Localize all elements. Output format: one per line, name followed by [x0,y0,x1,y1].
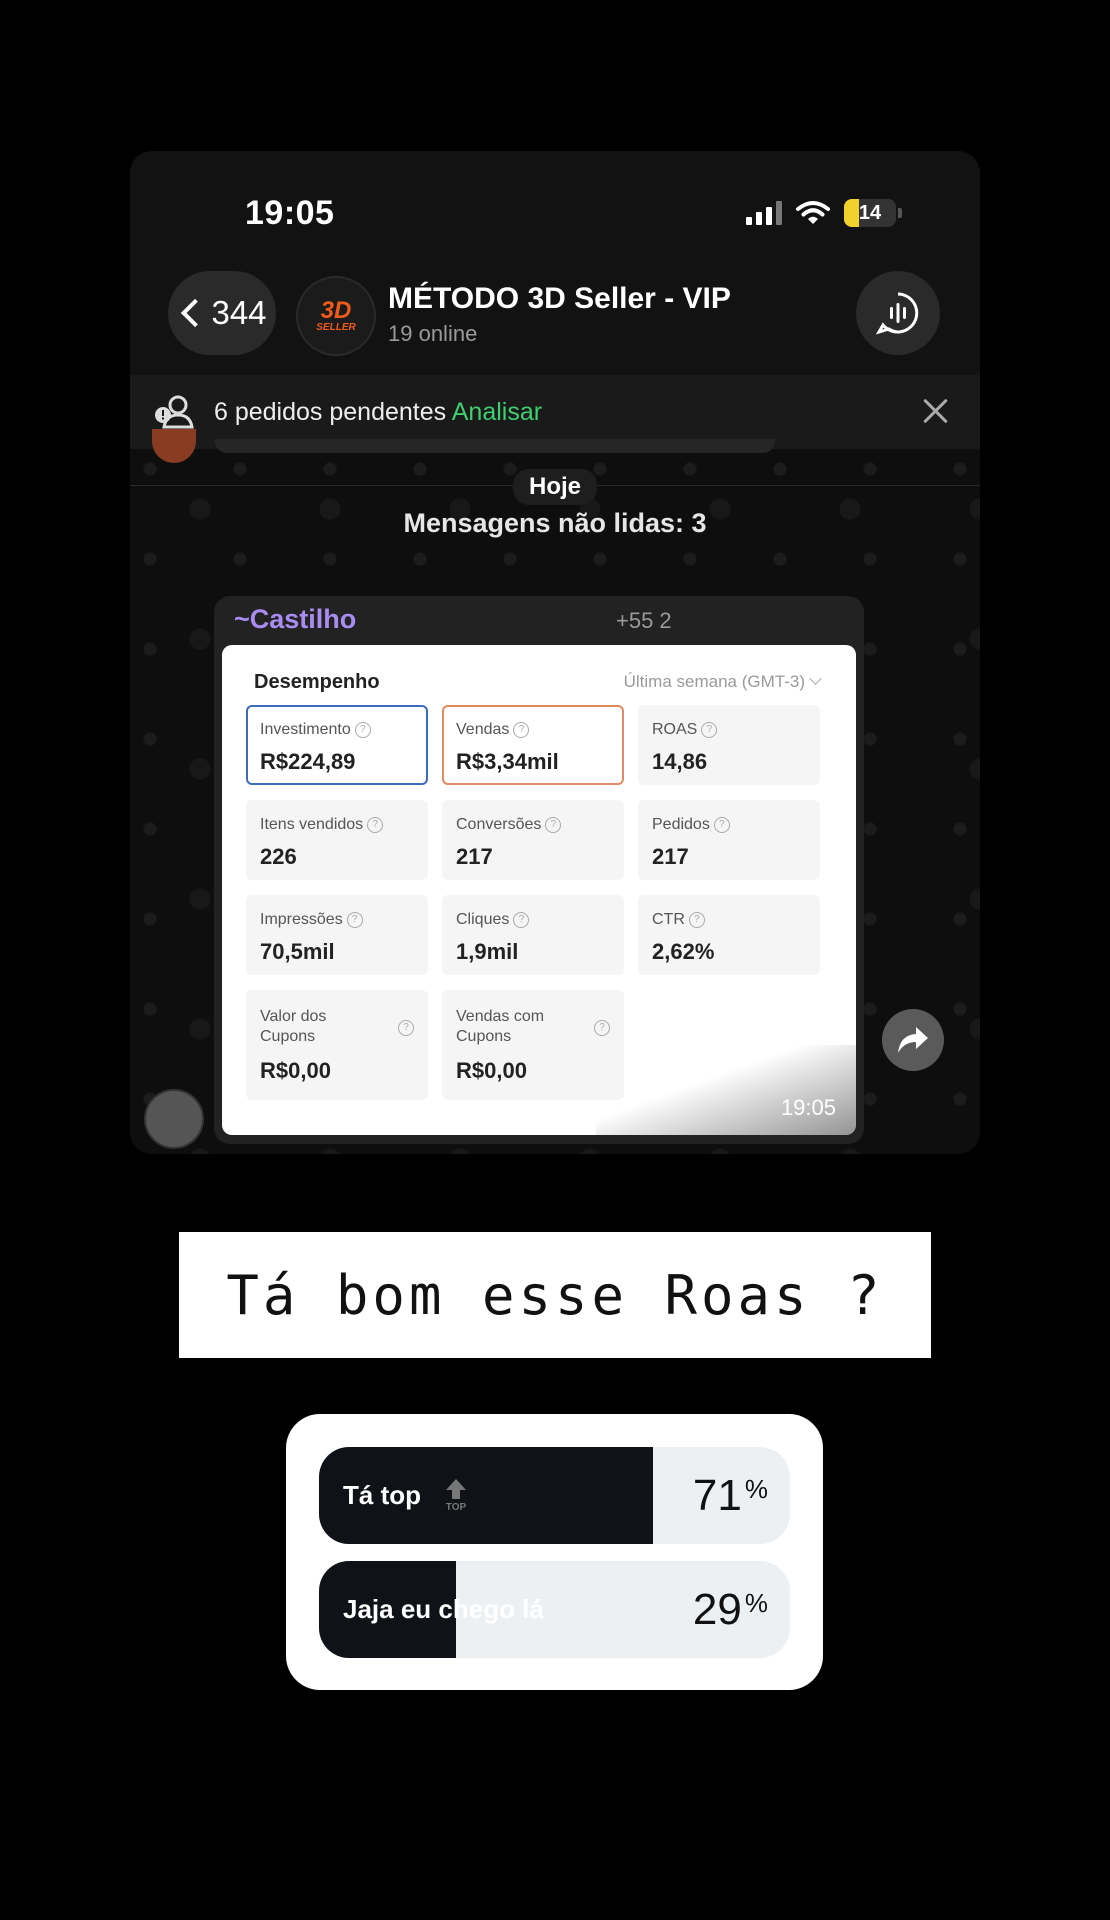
metric-value: R$224,89 [260,749,356,774]
metric-value: R$0,00 [260,1058,331,1083]
help-icon: ? [398,1020,414,1036]
poll-option-label: Jaja eu chego lá [343,1594,544,1624]
previous-sender-avatar [152,429,196,463]
back-button[interactable]: 344 [168,271,276,355]
question-text: Tá bom esse Roas ? [226,1263,884,1327]
pending-requests-bar[interactable]: 6 pedidos pendentes Analisar [130,375,980,449]
performance-card-image[interactable]: Desempenho Última semana (GMT-3) Investi… [222,645,856,1135]
back-count: 344 [211,294,267,331]
image-shade [596,1045,856,1135]
chevron-down-icon [809,672,822,685]
metric-impressoes: Impressões? 70,5mil [246,895,428,975]
day-label: Hoje [512,469,598,505]
help-icon: ? [713,816,730,833]
period-selector: Última semana (GMT-3) [623,672,822,692]
metric-label: Cliques [456,911,510,928]
previous-message [215,439,775,453]
metric-itens-vendidos: Itens vendidos? 226 [246,800,428,880]
metric-label: Conversões [456,816,542,833]
signal-icon [746,201,782,225]
poll-percent: 71 [692,1471,742,1520]
sender-phone: +55 2 [616,608,672,633]
help-icon: ? [367,816,384,833]
poll-sticker: Tá top TOP 71% Jaja eu chego lá 29% [286,1414,823,1690]
voice-chat-icon [875,292,919,335]
percent-sign: % [744,1588,768,1618]
battery-icon: 14 [844,199,902,227]
share-button[interactable] [882,1009,944,1071]
percent-sign: % [744,1474,768,1504]
chat-screenshot: 19:05 14 344 3D SELLER MÉTODO 3D Seller … [130,151,980,1154]
metric-value: 217 [456,844,493,869]
group-avatar[interactable]: 3D SELLER [296,276,376,356]
metric-label: Pedidos [652,816,710,833]
metric-value: 1,9mil [456,939,519,964]
status-icons: 14 [746,199,902,227]
share-arrow-icon [898,1027,928,1053]
wifi-icon [796,201,830,224]
chat-area[interactable]: Hoje Mensagens não lidas: 3 ~Castilho +5… [130,429,980,1154]
period-label: Última semana (GMT-3) [623,672,805,691]
help-icon: ? [346,911,363,928]
metric-label: Investimento [260,721,351,738]
top-arrow-icon: TOP [446,1479,467,1513]
poll-option-label: Tá top [343,1480,421,1510]
unread-messages-label: Mensagens não lidas: 3 [403,508,707,538]
metric-conversoes: Conversões? 217 [442,800,624,880]
help-icon: ? [594,1020,610,1036]
sender-avatar[interactable] [144,1089,204,1149]
pending-requests-text: 6 pedidos pendentes [214,397,447,426]
voice-chat-button[interactable] [856,271,940,355]
metric-value: 70,5mil [260,939,335,964]
analyze-link[interactable]: Analisar [452,398,542,426]
message-time: 19:05 [780,1095,836,1120]
help-icon: ? [354,721,371,738]
top-icon-text: TOP [446,1502,467,1513]
metric-value: R$0,00 [456,1058,527,1083]
metric-label: Valor dos Cupons [260,1008,327,1045]
metric-label: Itens vendidos [260,816,364,833]
metric-vendas: Vendas? R$3,34mil [442,705,624,785]
metric-label: CTR [652,911,685,928]
help-icon: ? [545,816,562,833]
close-icon[interactable] [920,395,952,427]
help-icon: ? [701,721,718,738]
status-time: 19:05 [245,194,335,232]
metric-pedidos: Pedidos? 217 [638,800,820,880]
poll-percent: 29 [692,1585,742,1634]
metric-label: Vendas [456,721,510,738]
metric-value: R$3,34mil [456,749,559,774]
card-title: Desempenho [254,671,380,693]
message-bubble[interactable]: ~Castilho +55 2 Desempenho Última semana… [214,596,864,1144]
question-sticker: Tá bom esse Roas ? [179,1232,931,1358]
metric-roas: ROAS? 14,86 [638,705,820,785]
metric-value: 217 [652,844,689,869]
avatar-logo-text: 3D [320,296,352,324]
help-icon: ? [513,911,530,928]
online-count: 19 online [388,321,478,346]
group-name[interactable]: MÉTODO 3D Seller - VIP [388,282,731,316]
help-icon: ? [688,911,705,928]
metric-value: 2,62% [652,939,715,964]
metric-investimento: Investimento? R$224,89 [246,705,428,785]
help-icon: ? [513,721,530,738]
metric-cliques: Cliques? 1,9mil [442,895,624,975]
join-requests-icon [155,395,194,429]
metric-label: Impressões [260,911,343,928]
poll-option[interactable]: Jaja eu chego lá 29% [319,1561,790,1658]
metric-label: Vendas com Cupons [456,1008,545,1045]
metric-ctr: CTR? 2,62% [638,895,820,975]
metric-valor-cupons: Valor dos Cupons ? R$0,00 [246,990,428,1100]
sender-name[interactable]: ~Castilho [234,604,356,635]
metric-value: 14,86 [652,749,708,774]
battery-level: 14 [858,201,882,224]
metric-value: 226 [260,844,297,869]
poll-option[interactable]: Tá top TOP 71% [319,1447,790,1544]
metric-label: ROAS [652,721,698,738]
avatar-logo-sub: SELLER [316,321,356,333]
chevron-left-icon [181,298,210,328]
